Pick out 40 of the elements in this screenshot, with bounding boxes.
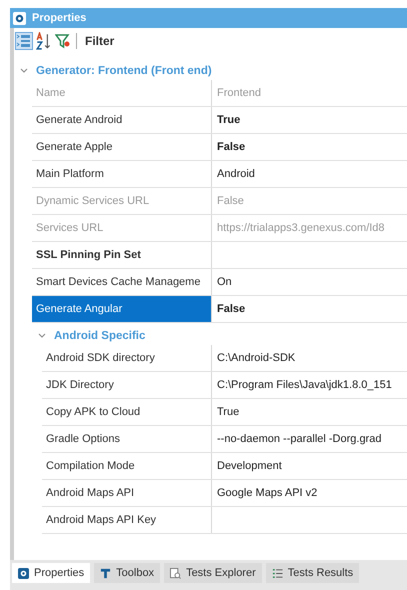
filter-label[interactable]: Filter [82,34,118,48]
property-value[interactable]: Android [212,161,255,187]
property-name[interactable]: SSL Pinning Pin Set [32,242,212,268]
property-name[interactable]: Compilation Mode [42,453,212,479]
property-value[interactable]: True [212,399,240,425]
panel-tab[interactable]: Tests Explorer [164,563,262,583]
panel-tab[interactable]: Tests Results [266,563,360,583]
property-value[interactable]: C:\Program Files\Java\jdk1.8.0_151 [212,372,392,398]
list-icon [272,568,283,578]
property-name[interactable]: Android Maps API Key [42,507,212,533]
property-value[interactable]: On [212,269,232,295]
sort-az-icon[interactable] [36,32,52,50]
panel-tab[interactable]: Properties [12,563,90,583]
chevron-icon[interactable] [38,333,46,339]
property-name[interactable]: Smart Devices Cache Manageme [32,269,212,295]
document-search-icon [170,568,182,578]
property-name[interactable]: Generate Angular [32,296,212,322]
property-value[interactable]: False [212,134,246,160]
property-value[interactable]: Development [212,453,282,479]
property-name[interactable]: Main Platform [32,161,212,187]
group-title: Android Specific [54,330,146,342]
gear-icon [13,12,26,24]
property-name[interactable]: Generate Apple [32,134,212,160]
chevron-icon[interactable] [20,68,28,74]
property-value[interactable]: True [212,107,240,133]
property-name[interactable]: Gradle Options [42,426,212,452]
panel-tab[interactable]: Toolbox [94,563,160,583]
property-value[interactable]: --no-daemon --parallel -Dorg.grad [212,426,382,452]
gear-icon [18,568,29,578]
property-name[interactable]: Generate Android [32,107,212,133]
property-name[interactable]: JDK Directory [42,372,212,398]
property-name[interactable]: Copy APK to Cloud [42,399,212,425]
property-name[interactable]: Android Maps API [42,480,212,506]
property-value[interactable]: Google Maps API v2 [212,480,318,506]
group-title: Generator: Frontend (Front end) [36,65,212,77]
property-value[interactable]: C:\Android-SDK [212,345,296,371]
window-title: Properties [32,12,86,24]
property-value[interactable]: False [212,296,246,322]
property-name[interactable]: Android SDK directory [42,345,212,371]
filter-icon[interactable] [55,32,71,50]
